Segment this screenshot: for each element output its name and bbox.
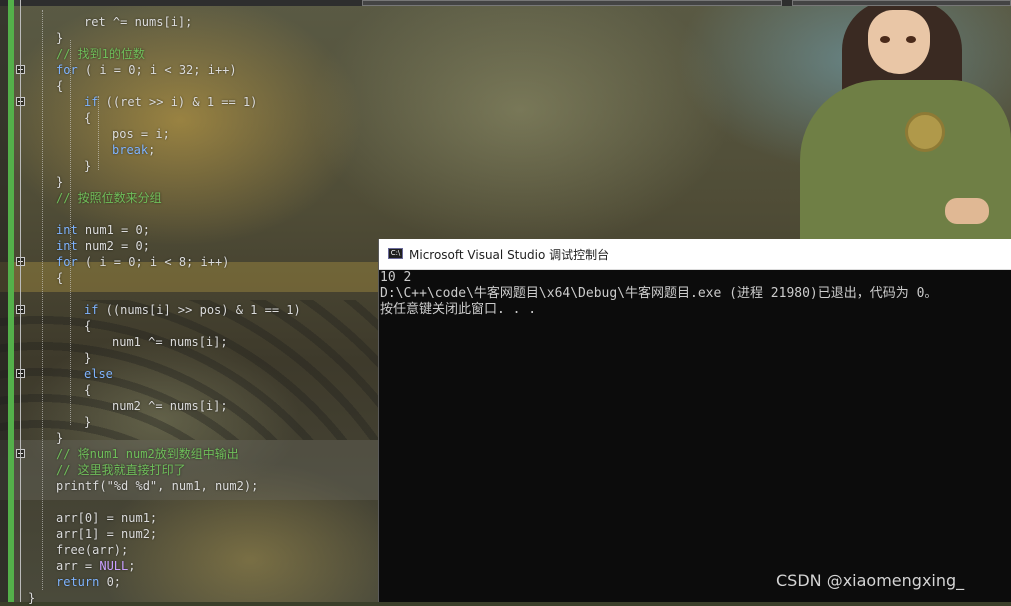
debug-console-window[interactable]: C:\ Microsoft Visual Studio 调试控制台 10 2 D… — [378, 239, 1011, 602]
code-comment-line[interactable]: // 按照位数来分组 — [56, 190, 162, 206]
console-title: Microsoft Visual Studio 调试控制台 — [409, 248, 610, 262]
tab-fragment[interactable] — [792, 0, 1011, 6]
code-line[interactable]: } — [84, 350, 91, 366]
character-eye — [880, 36, 890, 43]
character-emblem — [905, 112, 945, 152]
code-line[interactable]: if ((ret >> i) & 1 == 1) — [84, 94, 257, 110]
code-line[interactable]: for ( i = 0; i < 8; i++) — [56, 254, 229, 270]
console-app-icon: C:\ — [388, 248, 403, 259]
code-line[interactable]: { — [56, 270, 63, 286]
code-line[interactable]: } — [56, 174, 63, 190]
code-line[interactable]: } — [56, 30, 63, 46]
code-line[interactable]: num2 ^= nums[i]; — [112, 398, 228, 414]
code-comment-line[interactable]: // 将num1 num2放到数组中输出 — [56, 446, 239, 462]
code-line[interactable]: arr = NULL; — [56, 558, 136, 574]
console-output-line: 按任意键关闭此窗口. . . — [380, 302, 537, 317]
code-line[interactable]: } — [84, 414, 91, 430]
console-output-line: 10 2 — [380, 270, 412, 285]
code-line[interactable]: printf("%d %d", num1, num2); — [56, 478, 258, 494]
code-line[interactable]: pos = i; — [112, 126, 170, 142]
indent-guide — [70, 40, 71, 425]
code-line[interactable]: } — [84, 158, 91, 174]
tab-fragment[interactable] — [362, 0, 782, 6]
console-output-line: D:\C++\code\牛客网题目\x64\Debug\牛客网题目.exe (进… — [380, 286, 938, 301]
wallpaper-band — [0, 300, 380, 440]
code-line[interactable]: } — [28, 590, 35, 606]
code-line[interactable]: for ( i = 0; i < 32; i++) — [56, 62, 237, 78]
code-line[interactable]: { — [84, 110, 91, 126]
csdn-watermark: CSDN @xiaomengxing_ — [776, 571, 965, 590]
character-eye — [906, 36, 916, 43]
code-comment-line[interactable]: // 这里我就直接打印了 — [56, 462, 186, 478]
character-face — [868, 10, 930, 74]
code-line[interactable]: num1 ^= nums[i]; — [112, 334, 228, 350]
code-line[interactable]: free(arr); — [56, 542, 128, 558]
code-line[interactable]: else — [84, 366, 113, 382]
change-tracking-bar — [8, 0, 14, 602]
code-line[interactable]: ret ^= nums[i]; — [84, 14, 192, 30]
code-line[interactable]: { — [84, 382, 91, 398]
indent-guide — [42, 10, 43, 590]
code-line[interactable]: } — [56, 430, 63, 446]
indent-guide — [98, 96, 99, 170]
fold-region-line — [20, 0, 21, 602]
code-line[interactable]: { — [56, 78, 63, 94]
code-line[interactable]: if ((nums[i] >> pos) & 1 == 1) — [84, 302, 301, 318]
code-line[interactable]: arr[1] = num2; — [56, 526, 157, 542]
character-hand — [945, 198, 989, 224]
console-output: 10 2 D:\C++\code\牛客网题目\x64\Debug\牛客网题目.e… — [380, 270, 1011, 318]
code-line[interactable]: return 0; — [56, 574, 121, 590]
console-titlebar[interactable]: C:\ Microsoft Visual Studio 调试控制台 — [379, 239, 1011, 270]
top-tab-strip — [0, 0, 1011, 6]
code-line[interactable]: arr[0] = num1; — [56, 510, 157, 526]
code-line[interactable]: break; — [112, 142, 155, 158]
editor-margin — [0, 0, 8, 602]
code-line[interactable]: { — [84, 318, 91, 334]
